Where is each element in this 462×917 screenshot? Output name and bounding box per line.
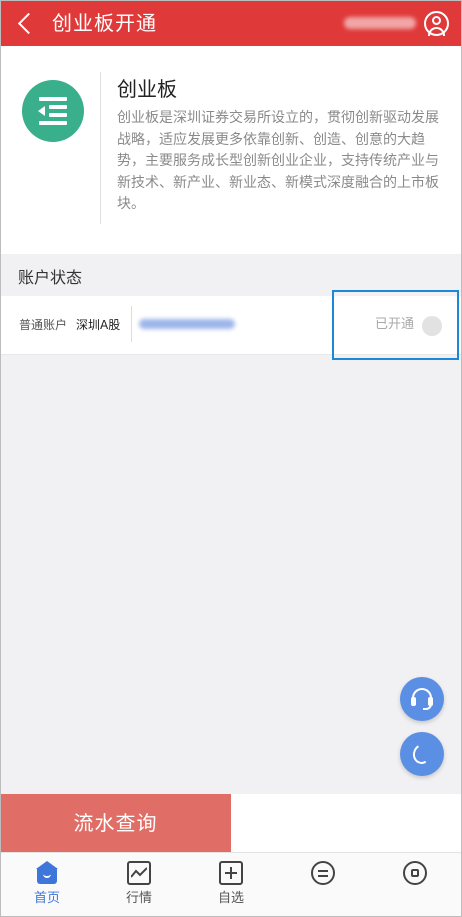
exchange-icon bbox=[311, 861, 335, 885]
user-circle-icon[interactable] bbox=[424, 11, 449, 36]
highlight-box bbox=[332, 290, 459, 360]
intro-description: 创业板是深圳证券交易所设立的，贯彻创新驱动发展战略，适应发展更多依靠创新、创造、… bbox=[117, 110, 439, 213]
masked-account-id bbox=[344, 17, 416, 29]
indent-list-icon bbox=[22, 80, 84, 142]
home-icon bbox=[35, 861, 59, 885]
headset-icon[interactable] bbox=[400, 677, 444, 721]
wealth-icon bbox=[403, 861, 427, 885]
tab-wealth[interactable] bbox=[369, 853, 461, 917]
top-bar: 创业板开通 bbox=[0, 0, 462, 46]
tab-watchlist[interactable]: 自选 bbox=[185, 853, 277, 917]
back-icon[interactable] bbox=[14, 9, 38, 37]
tab-label: 行情 bbox=[125, 891, 152, 906]
tab-label: 首页 bbox=[33, 891, 60, 906]
tab-home[interactable]: 首页 bbox=[1, 853, 93, 917]
bottom-tab-bar: 首页 行情 自选 bbox=[0, 852, 462, 917]
phone-icon[interactable] bbox=[400, 732, 444, 776]
tab-trade[interactable] bbox=[277, 853, 369, 917]
tab-label: 自选 bbox=[217, 891, 244, 906]
tab-market[interactable]: 行情 bbox=[93, 853, 185, 917]
add-watchlist-icon bbox=[219, 861, 243, 885]
divider bbox=[131, 306, 132, 342]
intro-title: 创业板 bbox=[117, 77, 177, 101]
account-type: 普通账户 bbox=[19, 318, 68, 332]
button-bar-blank bbox=[231, 794, 462, 852]
account-market: 深圳A股 bbox=[76, 318, 121, 332]
intro-card: 创业板 创业板是深圳证券交易所设立的，贯彻创新驱动发展战略，适应发展更多依靠创新… bbox=[0, 46, 462, 254]
chart-icon bbox=[127, 861, 151, 885]
page-title: 创业板开通 bbox=[52, 11, 157, 35]
masked-account-number bbox=[139, 319, 235, 329]
divider bbox=[100, 72, 101, 224]
flow-query-button[interactable]: 流水查询 bbox=[0, 794, 231, 852]
